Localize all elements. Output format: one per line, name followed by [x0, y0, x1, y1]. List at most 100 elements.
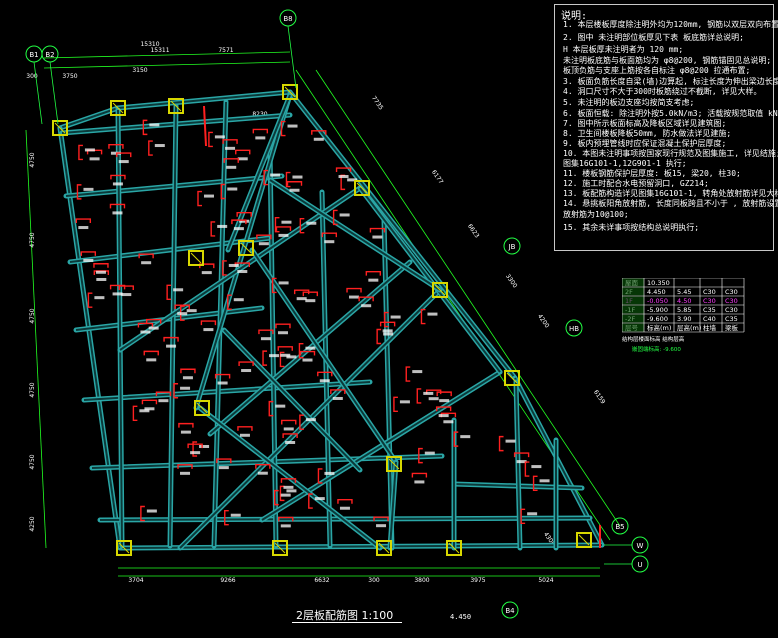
rebar-label — [361, 304, 372, 308]
table-cell: 柱墙 — [703, 323, 717, 332]
rebar-label — [218, 466, 229, 470]
note-item: 15. 其余未详事项按结构总说明执行; — [563, 223, 700, 232]
rebar-side — [132, 405, 138, 421]
axis-label: B1 — [29, 51, 38, 59]
column-hatch — [190, 252, 202, 264]
dim-label: 9266 — [220, 577, 235, 584]
rebar-label — [382, 329, 393, 333]
rebar-side — [208, 131, 213, 148]
dim-label: 3750 — [62, 73, 77, 80]
axis-label: W — [637, 542, 644, 550]
axis-label: B5 — [615, 523, 624, 531]
table-cell: C30 — [703, 288, 716, 296]
rebar-label — [305, 418, 316, 422]
beam-core — [117, 91, 291, 109]
rebar-label — [277, 331, 288, 335]
rebar-label — [283, 485, 294, 489]
rebar-label — [239, 433, 250, 437]
rebar-top — [337, 499, 353, 504]
rebar-label — [278, 233, 289, 237]
axis-label: HB — [569, 325, 579, 333]
rebar-label — [324, 240, 335, 244]
dim-label: 300 — [368, 577, 380, 584]
rebar-top — [252, 128, 269, 134]
note-item: 8. 卫生间楼板降板50mm, 防水做法详见建施; — [563, 129, 732, 138]
rebar-top — [275, 226, 292, 231]
rebar-label — [460, 435, 471, 439]
dim-label: 3300 — [504, 273, 519, 290]
dim-label: 6632 — [314, 577, 329, 584]
axis-line — [33, 61, 43, 125]
rebar-top — [238, 361, 254, 367]
rebar-label — [139, 409, 150, 413]
rebar-label — [349, 295, 360, 299]
dim-label: 3150 — [132, 67, 147, 74]
table-cell: -5.900 — [647, 306, 668, 314]
rebar-top — [286, 181, 303, 186]
rebar-label — [255, 136, 266, 140]
rebar-side — [416, 388, 422, 404]
rebar-label — [241, 369, 252, 373]
beam-core — [59, 107, 119, 129]
beam-core — [321, 191, 331, 547]
dim-line — [43, 61, 291, 69]
note-item: 3. 板面负筋长度自梁(墙)边算起, 标注长度为伸出梁边长度; — [563, 77, 778, 86]
rebar-label — [201, 271, 212, 275]
beam-grid — [57, 89, 605, 551]
beam-core — [195, 94, 291, 409]
rebar-top — [200, 320, 217, 326]
rebar-long — [203, 105, 207, 147]
table-cell: -0.050 — [647, 297, 668, 305]
rebar-label — [78, 226, 89, 230]
rebar-side — [524, 461, 530, 477]
rebar-side — [498, 435, 504, 452]
rebar-label — [531, 465, 542, 469]
note-item: 2. 图中 未注明部位板厚见下表 板底筋详总说明; — [563, 33, 744, 42]
table-label-bg — [622, 323, 644, 332]
elevation-mark: 4.450 — [450, 613, 472, 621]
note-item: 板顶负筋与支座上筋按各自标注 φ8@200 拉通布置; — [563, 66, 751, 75]
rebar-label — [275, 404, 286, 408]
rebar-label — [439, 399, 450, 403]
rebar-top — [93, 263, 109, 268]
rebar-label — [112, 292, 123, 296]
rebar-label — [89, 157, 100, 161]
axis-label: B4 — [505, 607, 515, 615]
table-cell: 4.450 — [647, 288, 666, 296]
axis-label: B8 — [283, 15, 292, 23]
rebar-label — [285, 440, 296, 444]
drawing-title: 2层板配筋图 1:100 — [296, 609, 394, 622]
rebar-label — [280, 493, 291, 497]
table-cell: 4.50 — [677, 297, 691, 305]
dim-label: 4750 — [29, 152, 36, 167]
rebar-label — [306, 221, 317, 225]
table-cell: C30 — [725, 306, 738, 314]
note-item: 6. 板面恒载: 除注明外按5.0kN/m3; 活载按规范取值 kN/m2; — [563, 109, 778, 118]
rebar-top — [235, 149, 251, 155]
rebar-label — [423, 391, 434, 395]
rebar-label — [305, 299, 316, 303]
rebar-label — [280, 353, 291, 357]
rebar-label — [182, 376, 193, 380]
rebar-label — [84, 148, 95, 152]
rebar-label — [269, 354, 280, 358]
rebar-label — [233, 227, 244, 231]
rebar-label — [83, 187, 94, 191]
rebar-side — [210, 221, 216, 237]
rebar-label — [314, 497, 325, 501]
rebar-label — [158, 399, 169, 403]
rebar-label — [287, 124, 298, 128]
dim-label: 3800 — [414, 577, 429, 584]
rebar-label — [95, 270, 106, 274]
rebar-label — [146, 358, 157, 362]
rebar-label — [427, 312, 438, 316]
table-footnote: 结构层楼面标高 结构层高 — [622, 335, 685, 343]
beam-core — [383, 219, 393, 549]
rebar-label — [141, 261, 152, 265]
note-item: 7. 图中所示板面标高及降板区域详见建筑图; — [563, 119, 727, 128]
rebar-label — [438, 414, 449, 418]
beam-core — [359, 187, 501, 373]
rebar-label — [257, 471, 268, 475]
rebar-label — [166, 344, 177, 348]
rebar-label — [368, 278, 379, 282]
